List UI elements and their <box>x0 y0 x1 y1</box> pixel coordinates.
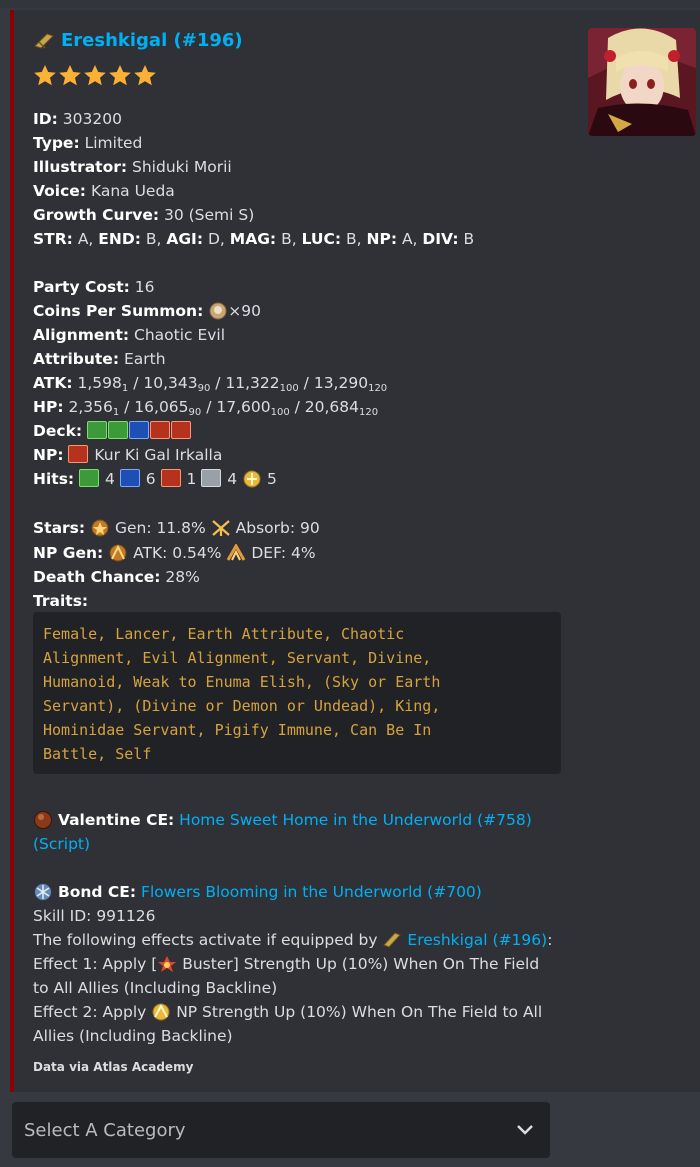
servant-thumbnail[interactable] <box>588 28 696 136</box>
quick-card-icon <box>79 469 100 487</box>
servant-name-link[interactable]: Ereshkigal (#196) <box>61 30 243 51</box>
valentine-script-link[interactable]: (Script) <box>33 832 90 856</box>
np-gen-row: NP Gen: ATK: 0.54% DEF: 4% <box>33 544 316 562</box>
id-row: ID: 303200 <box>33 110 122 128</box>
buster-card-icon <box>160 469 181 487</box>
star-icon <box>59 65 81 86</box>
hits-row: Hits: 4 6 1 4 5 <box>33 469 277 488</box>
bond-equip-row: The following effects activate if equipp… <box>33 931 553 949</box>
servant-equip-link[interactable]: Ereshkigal (#196) <box>407 931 547 949</box>
valentine-ce-icon <box>34 811 52 829</box>
bond-skill-id: Skill ID: 991126 <box>33 907 156 925</box>
lancer-class-icon <box>34 32 54 49</box>
servant-embed: Ereshkigal (#196) ID: 303200 Type: Limit… <box>10 10 700 1092</box>
coins-row: Coins Per Summon: ×90 <box>33 302 261 320</box>
star-icon <box>34 65 56 86</box>
np-strength-up-icon <box>152 1003 170 1021</box>
death-chance-row: Death Chance: 28% <box>33 568 200 586</box>
np-row: NP: Kur Ki Gal Irkalla <box>33 445 223 464</box>
rarity-stars <box>33 64 157 88</box>
top-strip <box>0 0 700 8</box>
traits-code-block: Female, Lancer, Earth Attribute, Chaotic… <box>33 612 561 774</box>
bond-effect-1-cont: to All Allies (Including Backline) <box>33 979 278 997</box>
bond-ce-link[interactable]: Flowers Blooming in the Underworld (#700… <box>141 883 482 901</box>
star-absorb-icon <box>211 520 230 536</box>
buster-card-icon <box>68 445 89 463</box>
servant-title[interactable]: Ereshkigal (#196) <box>33 30 243 51</box>
star-gen-icon <box>91 519 109 537</box>
chevron-down-icon <box>517 1125 533 1135</box>
buster-up-icon <box>158 956 177 972</box>
attribute-row: Attribute: Earth <box>33 350 166 368</box>
star-icon <box>84 65 106 86</box>
star-icon <box>109 65 131 86</box>
extra-card-icon <box>201 469 222 487</box>
growth-curve-row: Growth Curve: 30 (Semi S) <box>33 206 255 224</box>
illustrator-row: Illustrator: Shiduki Morii <box>33 158 232 176</box>
bond-ce-icon <box>34 883 52 901</box>
bond-effect-2-cont: Allies (Including Backline) <box>33 1027 233 1045</box>
bond-effect-2: Effect 2: Apply NP Strength Up (10%) Whe… <box>33 1003 543 1021</box>
arts-card-icon <box>119 469 140 487</box>
lancer-class-icon <box>383 932 402 948</box>
buster-card-icon <box>150 421 171 439</box>
type-row: Type: Limited <box>33 134 143 152</box>
deck-row: Deck: <box>33 419 192 443</box>
stats-row: STR: A, END: B, AGI: D, MAG: B, LUC: B, … <box>33 230 475 248</box>
alignment-row: Alignment: Chaotic Evil <box>33 326 226 344</box>
np-gen-def-icon <box>227 544 246 561</box>
quick-card-icon <box>108 421 129 439</box>
bond-ce-row: Bond CE: Flowers Blooming in the Underwo… <box>33 880 482 904</box>
bond-effect-1: Effect 1: Apply [ Buster] Strength Up (1… <box>33 955 540 973</box>
buster-card-icon <box>171 421 192 439</box>
category-select[interactable]: Select A Category <box>12 1102 550 1158</box>
voice-row: Voice: Kana Ueda <box>33 182 175 200</box>
star-icon <box>134 65 156 86</box>
valentine-ce-link[interactable]: Home Sweet Home in the Underworld (#758) <box>179 811 532 829</box>
arts-card-icon <box>129 421 150 439</box>
quick-card-icon <box>87 421 108 439</box>
traits-label: Traits: <box>33 592 89 610</box>
np-gauge-icon <box>243 470 261 488</box>
valentine-ce-row: Valentine CE: Home Sweet Home in the Und… <box>33 808 532 832</box>
stars-row: Stars: Gen: 11.8% Absorb: 90 <box>33 519 320 537</box>
category-select-placeholder: Select A Category <box>24 1119 186 1141</box>
embed-footer: Data via Atlas Academy <box>33 1060 194 1074</box>
servant-coin-icon <box>209 302 227 320</box>
np-gen-atk-icon <box>109 544 127 562</box>
party-cost-row: Party Cost: 16 <box>33 278 155 296</box>
